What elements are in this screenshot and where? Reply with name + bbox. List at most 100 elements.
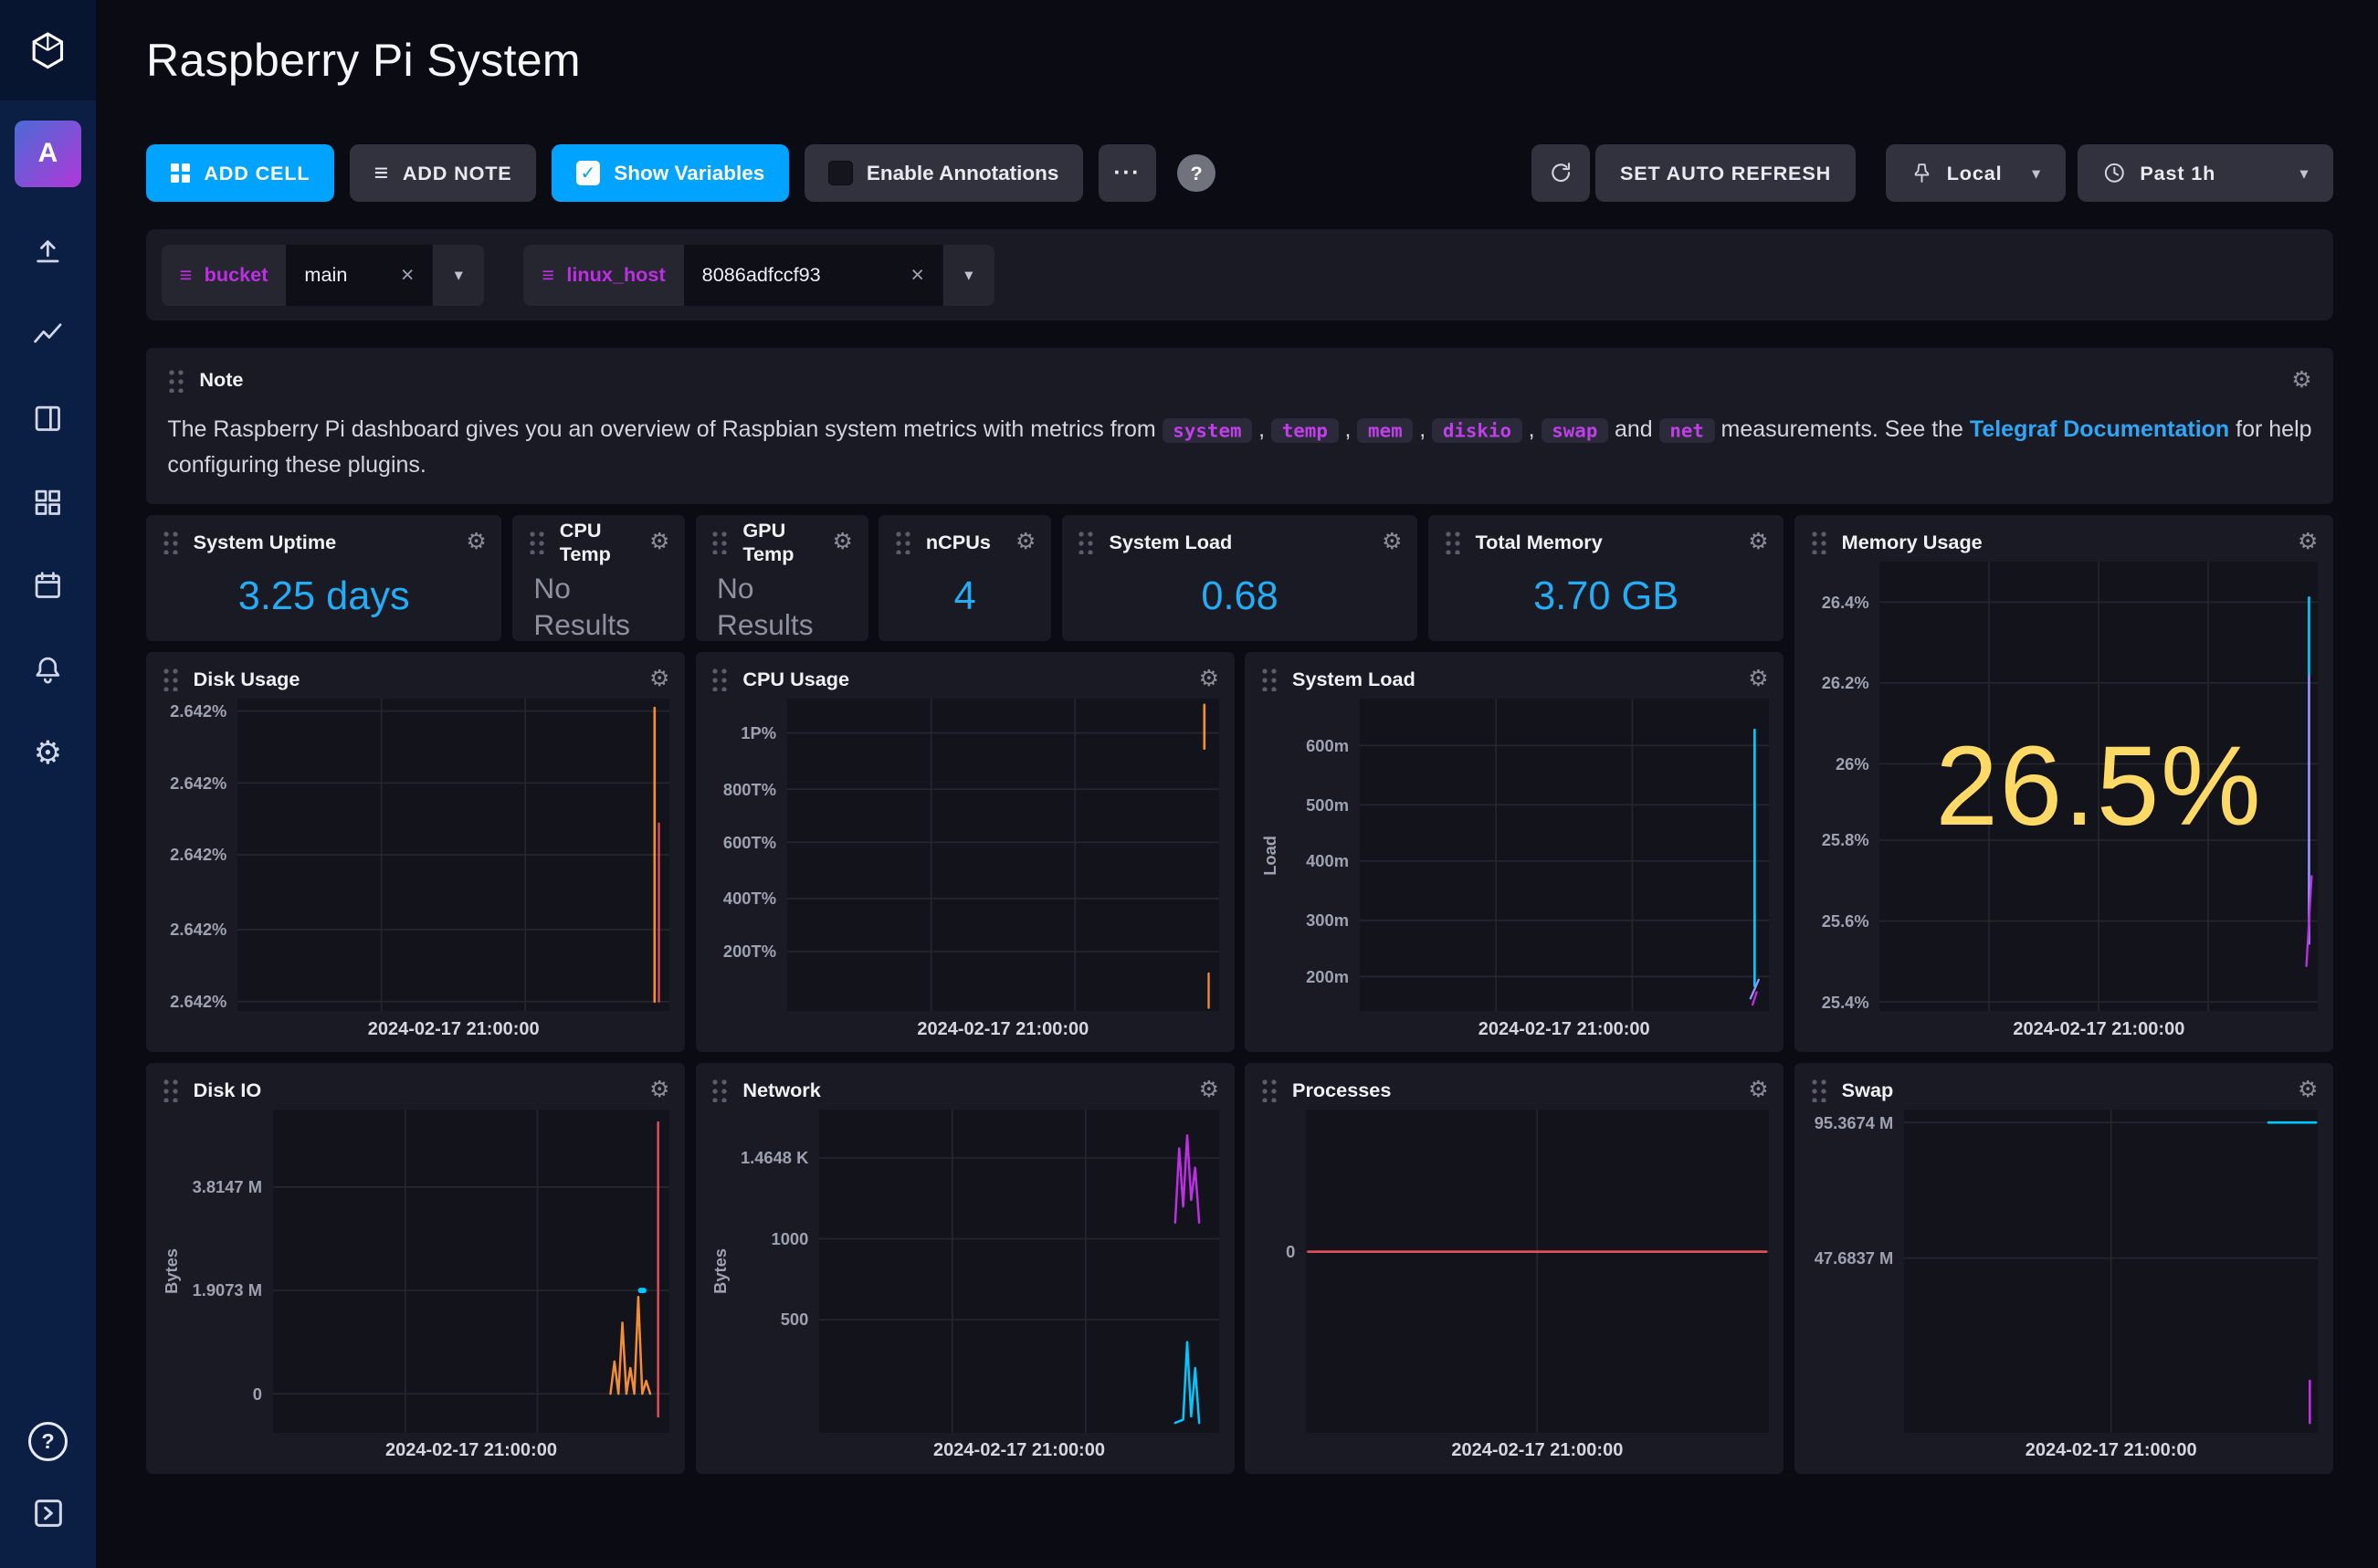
refresh-button[interactable] [1531, 144, 1589, 202]
add-note-button[interactable]: ≡ ADD NOTE [350, 144, 536, 202]
upload-icon[interactable] [17, 221, 79, 282]
measurement-chip: system [1163, 418, 1253, 443]
gear-icon[interactable]: ⚙ [1748, 668, 1768, 690]
gear-icon[interactable]: ⚙ [2291, 369, 2311, 392]
chevron-down-icon: ▾ [2299, 163, 2309, 184]
dashboards-icon[interactable] [17, 472, 79, 533]
checkbox-checked-icon[interactable]: ✓ [576, 161, 601, 185]
x-axis-label: 2024-02-17 21:00:00 [237, 1011, 669, 1043]
drag-handle-icon[interactable] [528, 530, 546, 554]
add-cell-button[interactable]: ADD CELL [146, 144, 334, 202]
gear-icon[interactable]: ⚙ [1015, 531, 1036, 553]
close-icon[interactable]: × [401, 262, 415, 289]
y-tick-label: 2.642% [170, 701, 226, 721]
y-axis-ticks: 1P%800T%600T%400T%200T% [710, 699, 786, 1011]
set-auto-refresh-button[interactable]: SET AUTO REFRESH [1595, 144, 1855, 202]
telegraf-doc-link[interactable]: Telegraf Documentation [1970, 416, 2229, 442]
cell-note: Note ⚙ The Raspberry Pi dashboard gives … [146, 348, 2333, 504]
drag-handle-icon[interactable] [1260, 667, 1278, 691]
chevron-down-icon: ▾ [2032, 163, 2041, 184]
gear-icon[interactable]: ⚙ [1748, 1079, 1768, 1101]
plot-area[interactable] [273, 1110, 670, 1433]
plot-area[interactable] [1306, 1110, 1769, 1433]
gear-icon[interactable]: ⚙ [2298, 1079, 2318, 1101]
cell-title: System Load [1292, 668, 1415, 691]
gear-icon[interactable]: ⚙ [1748, 531, 1768, 553]
plot-area[interactable] [1904, 1110, 2318, 1433]
plot-area[interactable] [819, 1110, 1219, 1433]
y-tick-label: 26.2% [1822, 673, 1869, 693]
drag-handle-icon[interactable] [1077, 530, 1095, 554]
y-axis-label: Bytes [710, 1248, 733, 1294]
alerts-bell-icon[interactable] [17, 639, 79, 700]
drag-handle-icon[interactable] [1810, 1078, 1828, 1102]
gear-icon[interactable]: ⚙ [833, 531, 853, 553]
measurement-chip: diskio [1432, 418, 1522, 443]
y-tick-label: 2.642% [170, 773, 226, 794]
help-badge[interactable]: ? [1177, 154, 1215, 193]
cell-disk-io: Disk IO ⚙ Bytes 3.8147 M1.9073 M0 2024-0… [146, 1063, 685, 1474]
page-title: Raspberry Pi System [146, 34, 2333, 87]
drag-handle-icon[interactable] [162, 667, 180, 691]
drag-handle-icon[interactable] [710, 667, 729, 691]
more-options-button[interactable]: ··· [1099, 144, 1156, 202]
data-explorer-icon[interactable] [17, 304, 79, 365]
chevron-down-icon[interactable]: ▾ [432, 245, 484, 306]
cell-memory-usage: Memory Usage ⚙ 26.4%26.2%26%25.8%25.6%25… [1794, 515, 2333, 1052]
checkbox-unchecked-icon[interactable] [828, 161, 853, 185]
gear-icon[interactable]: ⚙ [1199, 668, 1219, 690]
variable-value[interactable]: 8086adfccf93 × [684, 245, 942, 306]
timezone-dropdown[interactable]: Local ▾ [1886, 144, 2066, 202]
gear-icon[interactable]: ⚙ [649, 668, 669, 690]
gear-icon[interactable]: ⚙ [1382, 531, 1402, 553]
drag-handle-icon[interactable] [710, 530, 729, 554]
drag-handle-icon[interactable] [1260, 1078, 1278, 1102]
drag-handle-icon[interactable] [894, 530, 912, 554]
y-tick-label: 2.642% [170, 992, 226, 1012]
drag-handle-icon[interactable] [162, 1078, 180, 1102]
x-axis-label: 2024-02-17 21:00:00 [1904, 1433, 2318, 1465]
gear-icon[interactable]: ⚙ [1199, 1079, 1219, 1101]
gear-icon[interactable]: ⚙ [649, 1079, 669, 1101]
variable-name-button[interactable]: ≡ bucket [162, 245, 287, 306]
gear-icon[interactable]: ⚙ [649, 531, 669, 553]
plot-area[interactable] [237, 699, 669, 1011]
tasks-icon[interactable] [17, 555, 79, 616]
help-icon[interactable]: ? [28, 1422, 68, 1461]
close-icon[interactable]: × [910, 262, 924, 289]
drag-handle-icon[interactable] [710, 1078, 729, 1102]
y-axis-label: Load [1260, 836, 1283, 876]
chevron-down-icon[interactable]: ▾ [942, 245, 994, 306]
drag-handle-icon[interactable] [1444, 530, 1462, 554]
drag-handle-icon[interactable] [162, 530, 180, 554]
variable-name-button[interactable]: ≡ linux_host [523, 245, 683, 306]
expand-sidebar-icon[interactable] [17, 1482, 79, 1543]
menu-icon: ≡ [542, 263, 554, 288]
gear-icon[interactable]: ⚙ [466, 531, 486, 553]
drag-handle-icon[interactable] [167, 368, 185, 393]
y-tick-label: 26.4% [1822, 593, 1869, 613]
refresh-icon [1548, 160, 1573, 185]
time-range-dropdown[interactable]: Past 1h ▾ [2078, 144, 2333, 202]
cell-disk-usage: Disk Usage ⚙ 2.642%2.642%2.642%2.642%2.6… [146, 652, 685, 1052]
cell-system-uptime: System Uptime ⚙ 3.25 days [146, 515, 501, 641]
y-tick-label: 25.8% [1822, 830, 1869, 850]
notebooks-icon[interactable] [17, 388, 79, 449]
drag-handle-icon[interactable] [1810, 530, 1828, 554]
avatar[interactable]: A [15, 121, 81, 187]
variable-value[interactable]: main × [286, 245, 432, 306]
plot-area[interactable] [1360, 699, 1769, 1011]
show-variables-toggle[interactable]: ✓ Show Variables [552, 144, 789, 202]
stat-value: 0.68 [1077, 562, 1402, 632]
plot-area[interactable] [787, 699, 1219, 1011]
cell-title: GPU Temp [742, 519, 818, 566]
gear-icon[interactable]: ⚙ [2298, 531, 2318, 553]
enable-annotations-toggle[interactable]: Enable Annotations [805, 144, 1083, 202]
influxdb-logo[interactable] [0, 0, 96, 100]
plot-area[interactable]: 26.5% [1879, 562, 2318, 1011]
cell-title: Note [199, 368, 243, 392]
y-tick-label: 1.4648 K [741, 1148, 808, 1168]
menu-icon: ≡ [180, 263, 193, 288]
settings-gear-icon[interactable]: ⚙ [17, 723, 79, 784]
influxdb-cube-icon [26, 29, 69, 72]
